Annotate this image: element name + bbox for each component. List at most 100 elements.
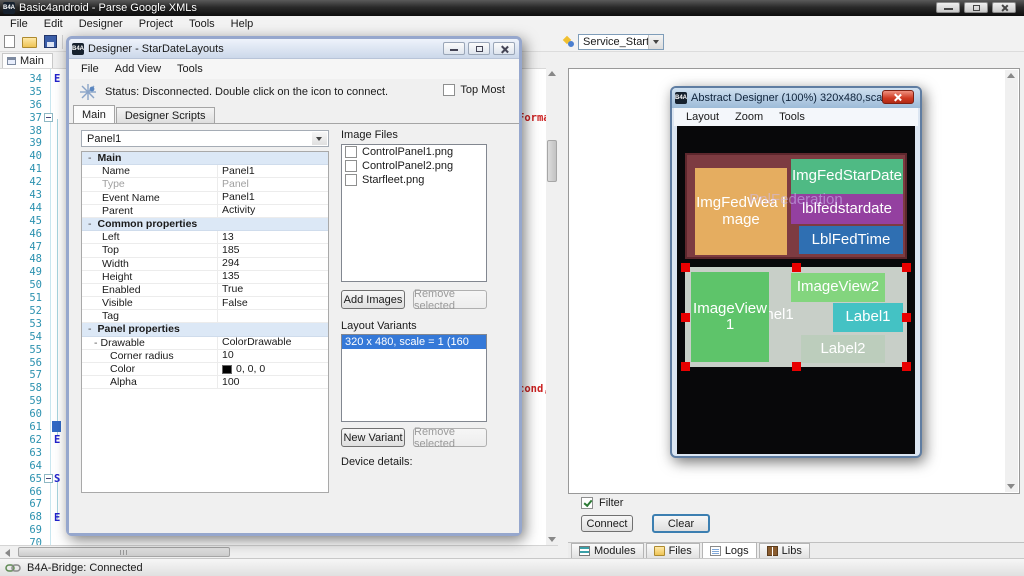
close-icon[interactable] — [882, 90, 914, 104]
fold-collapse-icon[interactable] — [44, 473, 53, 483]
image-file-item[interactable]: ControlPanel2.png — [342, 159, 486, 173]
layout-variant-item[interactable]: 320 x 480, scale = 1 (160 dpi) — [342, 335, 486, 362]
property-row-width[interactable]: Width 294 — [82, 257, 328, 271]
new-variant-button[interactable]: New Variant — [341, 428, 405, 447]
property-row-color[interactable]: Color 0, 0, 0 — [82, 363, 328, 377]
file-checkbox[interactable] — [345, 174, 357, 186]
property-grid[interactable]: MainNamePanel1TypePanelEvent NamePanel1P… — [81, 151, 329, 493]
menu-item-tools[interactable]: Tools — [771, 110, 813, 124]
file-tab-main[interactable]: Main — [2, 53, 53, 68]
selection-handle[interactable] — [681, 263, 690, 272]
close-button[interactable] — [493, 42, 515, 55]
editor-vertical-scrollbar[interactable] — [546, 68, 559, 545]
property-value[interactable]: Panel1 — [218, 165, 328, 177]
maximize-button[interactable] — [468, 42, 490, 55]
abstract-titlebar[interactable]: B4A Abstract Designer (100%) 320x480,sca… — [672, 88, 920, 108]
remove-variant-button[interactable]: Remove selected — [413, 426, 487, 450]
view-imageview2[interactable]: ImageView2 — [791, 273, 885, 302]
open-folder-icon[interactable] — [22, 37, 37, 48]
view-label1[interactable]: Label1 — [833, 303, 903, 332]
image-files-list[interactable]: ControlPanel1.png ControlPanel2.png Starfl… — [341, 144, 487, 282]
view-imgfedwea[interactable]: ImgFedWea Image — [695, 168, 787, 255]
property-row-corner-radius[interactable]: Corner radius 10 — [82, 349, 328, 363]
selection-handle[interactable] — [902, 313, 911, 322]
bottom-tab-modules[interactable]: Modules — [571, 543, 644, 558]
property-group-common-properties[interactable]: Common properties — [82, 217, 328, 232]
view-lblfedstardate[interactable]: lblfedstardate — [791, 194, 903, 224]
minimize-button[interactable] — [936, 2, 960, 13]
service-select[interactable]: Service_Start — [578, 34, 664, 50]
menu-item-tools[interactable]: Tools — [181, 17, 223, 31]
clear-button[interactable]: Clear — [652, 514, 710, 533]
menu-item-layout[interactable]: Layout — [678, 110, 727, 124]
property-value[interactable]: True — [218, 284, 328, 296]
selection-handle[interactable] — [792, 263, 801, 272]
image-file-item[interactable]: Starfleet.png — [342, 173, 486, 187]
selection-handle[interactable] — [681, 313, 690, 322]
property-value[interactable]: 100 — [218, 376, 328, 388]
add-images-button[interactable]: Add Images — [341, 290, 405, 309]
menu-item-add-view[interactable]: Add View — [107, 62, 169, 76]
close-button[interactable] — [992, 2, 1016, 13]
scroll-up-icon[interactable] — [1007, 73, 1015, 78]
editor-horizontal-scrollbar[interactable] — [0, 545, 558, 558]
menu-item-project[interactable]: Project — [131, 17, 181, 31]
view-label2[interactable]: Label2 — [801, 335, 885, 363]
property-value[interactable] — [218, 310, 328, 322]
scroll-up-icon[interactable] — [548, 71, 556, 76]
property-value[interactable]: Panel — [218, 178, 328, 190]
property-row-parent[interactable]: Parent Activity — [82, 204, 328, 218]
property-row-name[interactable]: Name Panel1 — [82, 165, 328, 179]
menu-item-zoom[interactable]: Zoom — [727, 110, 771, 124]
new-file-icon[interactable] — [4, 35, 15, 48]
view-selector[interactable]: Panel1 — [81, 130, 329, 147]
property-value[interactable]: 135 — [218, 271, 328, 283]
property-row-type[interactable]: Type Panel — [82, 178, 328, 192]
fold-collapse-icon[interactable] — [44, 112, 53, 122]
menu-item-edit[interactable]: Edit — [36, 17, 71, 31]
file-checkbox[interactable] — [345, 146, 357, 158]
property-value[interactable]: 0, 0, 0 — [218, 363, 328, 375]
editor-scroll-thumb[interactable] — [547, 140, 557, 182]
designer-tab-designer-scripts[interactable]: Designer Scripts — [115, 107, 215, 123]
view-imgfedstardate[interactable]: ImgFedStarDate — [791, 159, 903, 194]
selection-handle[interactable] — [792, 362, 801, 371]
property-row-tag[interactable]: Tag — [82, 310, 328, 324]
menu-item-file[interactable]: File — [73, 62, 107, 76]
selection-handle[interactable] — [902, 263, 911, 272]
property-value[interactable]: 13 — [218, 231, 328, 243]
menu-item-designer[interactable]: Designer — [71, 17, 131, 31]
property-value[interactable]: False — [218, 297, 328, 309]
property-value[interactable]: 10 — [218, 350, 328, 362]
property-value[interactable]: Activity — [218, 205, 328, 217]
property-row-visible[interactable]: Visible False — [82, 297, 328, 311]
bridge-connect-icon[interactable] — [79, 83, 97, 101]
property-value[interactable]: 185 — [218, 244, 328, 256]
view-imageview1[interactable]: ImageView 1 — [691, 272, 769, 362]
designer-titlebar[interactable]: B4A Designer - StarDateLayouts — [69, 39, 519, 59]
property-group-main[interactable]: Main — [82, 152, 328, 166]
scroll-down-icon[interactable] — [548, 537, 556, 542]
bottom-tab-libs[interactable]: Libs — [758, 543, 810, 558]
selection-handle[interactable] — [681, 362, 690, 371]
property-row-drawable[interactable]: DrawableColorDrawable — [82, 336, 328, 350]
bottom-tab-files[interactable]: Files — [645, 543, 700, 558]
view-pnlfederation[interactable]: ImgFedWea Image ImgFedStarDate lblfedsta… — [685, 153, 907, 259]
editor-hscroll-thumb[interactable] — [18, 547, 230, 557]
property-row-top[interactable]: Top 185 — [82, 244, 328, 258]
layout-variants-list[interactable]: 320 x 480, scale = 1 (160 dpi) — [341, 334, 487, 422]
remove-images-button[interactable]: Remove selected — [413, 288, 487, 312]
menu-item-file[interactable]: File — [2, 17, 36, 31]
selection-handle[interactable] — [902, 362, 911, 371]
property-row-alpha[interactable]: Alpha 100 — [82, 376, 328, 390]
top-most-checkbox[interactable] — [443, 84, 456, 96]
minimize-button[interactable] — [443, 42, 465, 55]
menu-item-tools[interactable]: Tools — [169, 62, 211, 76]
connect-button[interactable]: Connect — [581, 515, 633, 532]
service-select-arrow[interactable] — [648, 35, 663, 49]
view-selector-arrow[interactable] — [312, 132, 327, 145]
file-checkbox[interactable] — [345, 160, 357, 172]
menu-item-help[interactable]: Help — [223, 17, 262, 31]
designer-tab-main[interactable]: Main — [73, 105, 115, 123]
bottom-tab-logs[interactable]: Logs — [701, 542, 757, 558]
